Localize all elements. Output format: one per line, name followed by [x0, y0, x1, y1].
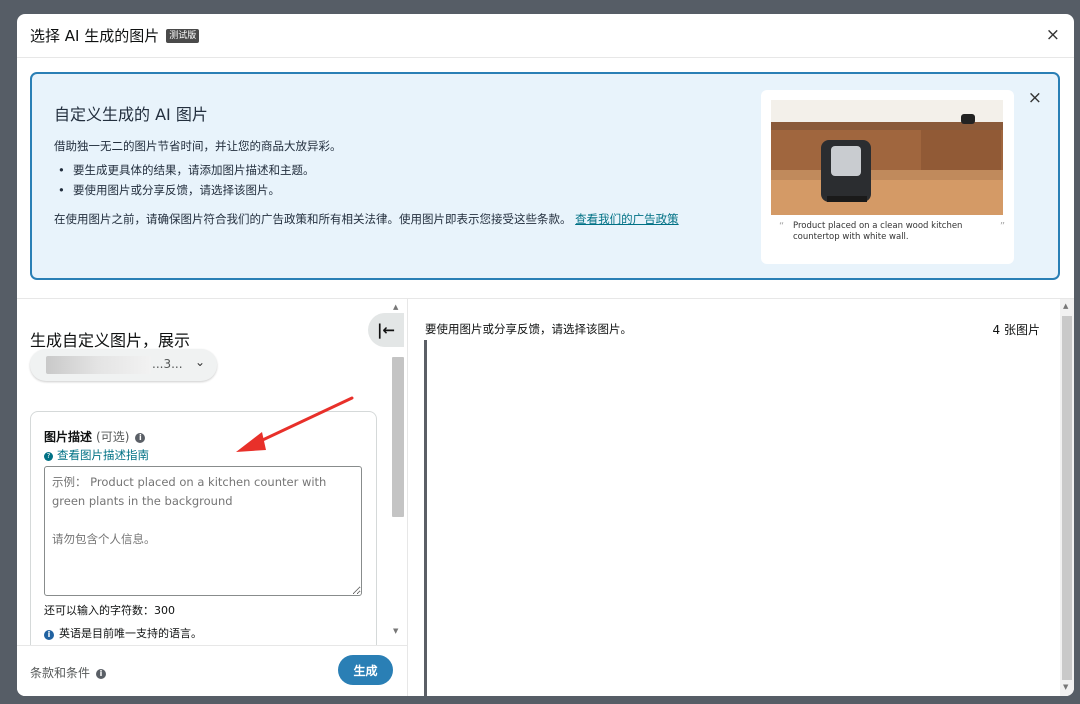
example-caption-text: Product placed on a clean wood kitchen c… — [793, 221, 963, 242]
banner-description: 借助独一无二的图片节省时间，并让您的商品大放异彩。 — [54, 139, 342, 153]
left-heading: 生成自定义图片，展示 — [30, 331, 191, 350]
info-icon[interactable]: i — [135, 433, 146, 443]
description-input[interactable] — [44, 466, 362, 596]
scroll-down-icon[interactable]: ▼ — [393, 627, 398, 635]
generate-button[interactable]: 生成 — [338, 655, 393, 685]
policy-text: 在使用图片之前，请确保图片符合我们的广告政策和所有相关法律。使用图片即表示您接受… — [54, 212, 572, 226]
example-caption: “ Product placed on a clean wood kitchen… — [779, 221, 1005, 243]
scroll-thumb[interactable] — [392, 357, 404, 517]
guide-link[interactable]: 查看图片描述指南 — [57, 448, 149, 462]
banner-bullet: 要使用图片或分享反馈，请选择该图片。 — [58, 180, 315, 200]
banner-bullet: 要生成更具体的结果，请添加图片描述和主题。 — [58, 160, 315, 180]
chevron-down-icon: ⌄ — [194, 355, 205, 369]
language-note: i 英语是目前唯一支持的语言。 — [44, 625, 202, 641]
right-panel: 要使用图片或分享反馈，请选择该图片。 4 张图片 ▲ ▼ — [407, 298, 1074, 696]
left-panel: 生成自定义图片，展示 ...3... ⌄ |← ▲ ▼ 图片描述 (可选) i ? 查… — [17, 298, 407, 696]
left-scrollbar[interactable]: ▲ ▼ — [391, 299, 405, 643]
right-note: 要使用图片或分享反馈，请选择该图片。 — [425, 322, 632, 336]
policy-link[interactable]: 查看我们的广告政策 — [575, 212, 679, 226]
modal-close-icon[interactable]: × — [1046, 26, 1060, 44]
info-icon[interactable]: i — [96, 669, 107, 679]
asin-select[interactable]: ...3... ⌄ — [30, 349, 217, 381]
description-card: 图片描述(可选) i ? 查看图片描述指南 还可以输入的字符数：300 i 英语是目前… — [30, 411, 377, 653]
asin-suffix: ...3... — [152, 357, 183, 371]
language-note-text: 英语是目前唯一支持的语言。 — [59, 627, 202, 640]
beta-badge: 测试版 — [166, 28, 200, 43]
info-icon: i — [44, 630, 54, 640]
banner-policy: 在使用图片之前，请确保图片符合我们的广告政策和所有相关法律。使用图片即表示您接受… — [54, 210, 744, 228]
description-label: 图片描述 (可选) i — [44, 428, 146, 445]
scroll-thumb[interactable] — [1062, 316, 1072, 680]
char-count: 还可以输入的字符数：300 — [44, 604, 175, 617]
banner-close-icon[interactable]: × — [1028, 88, 1042, 108]
modal-header: 选择 AI 生成的图片 测试版 × — [17, 14, 1074, 58]
modal-title: 选择 AI 生成的图片 — [30, 27, 160, 45]
image-count: 4 张图片 — [992, 323, 1040, 337]
left-footer: 条款和条件 i 生成 — [17, 645, 407, 696]
description-optional: (可选) — [96, 430, 130, 444]
scroll-up-icon[interactable]: ▲ — [393, 303, 398, 311]
banner-bullets: 要生成更具体的结果，请添加图片描述和主题。 要使用图片或分享反馈，请选择该图片。 — [58, 160, 315, 200]
quote-open-icon: “ — [779, 221, 785, 232]
asin-redacted — [46, 356, 151, 374]
example-image-card: “ Product placed on a clean wood kitchen… — [761, 90, 1014, 264]
help-icon: ? — [44, 452, 53, 461]
generated-images-area[interactable] — [427, 340, 1047, 696]
quote-close-icon: ” — [999, 221, 1005, 232]
right-scrollbar[interactable]: ▲ ▼ — [1060, 299, 1074, 696]
banner-title: 自定义生成的 AI 图片 — [54, 105, 208, 124]
terms-link[interactable]: 条款和条件 i — [30, 664, 107, 681]
scroll-up-icon[interactable]: ▲ — [1063, 302, 1068, 310]
description-label-text: 图片描述 — [44, 430, 93, 444]
ai-image-modal: 选择 AI 生成的图片 测试版 × 自定义生成的 AI 图片 借助独一无二的图片… — [17, 14, 1074, 696]
toaster-example-image — [771, 100, 1003, 215]
info-banner: 自定义生成的 AI 图片 借助独一无二的图片节省时间，并让您的商品大放异彩。 要… — [30, 72, 1060, 280]
description-guide[interactable]: ? 查看图片描述指南 — [44, 447, 149, 463]
scroll-down-icon[interactable]: ▼ — [1063, 683, 1068, 691]
terms-text[interactable]: 条款和条件 — [30, 666, 90, 680]
